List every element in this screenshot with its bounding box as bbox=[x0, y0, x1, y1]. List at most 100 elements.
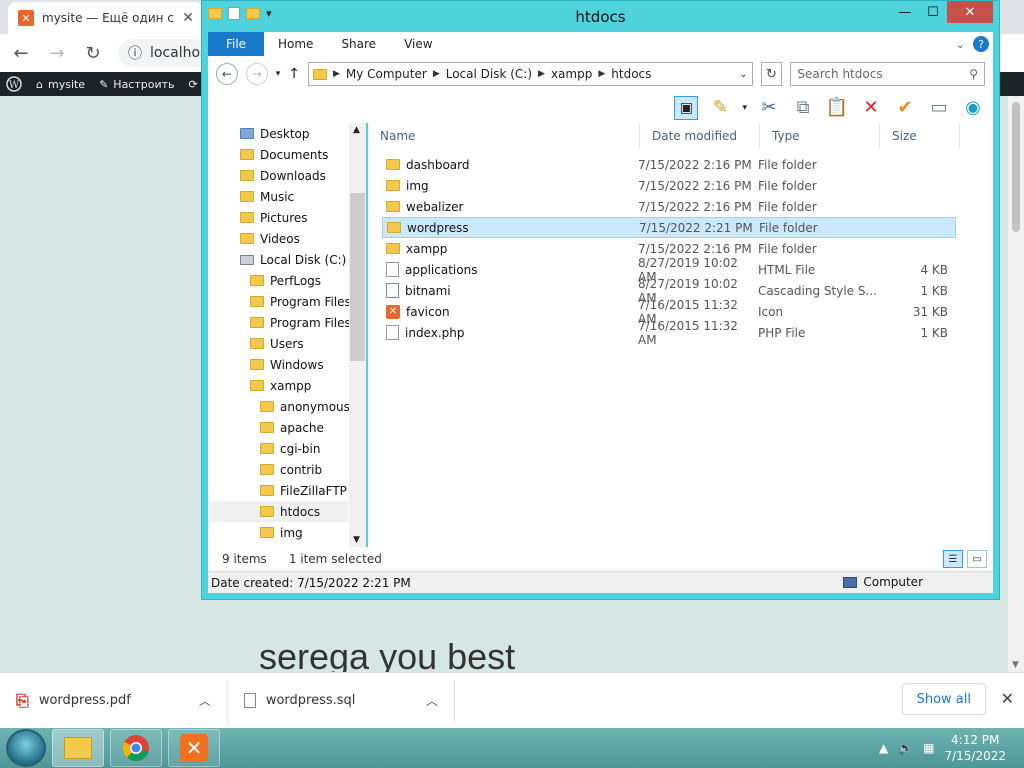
minimize-button[interactable]: — bbox=[891, 1, 919, 23]
admin-bar-site[interactable]: ⌂ mysite bbox=[36, 78, 85, 91]
info-icon[interactable]: ⓘ bbox=[128, 43, 142, 63]
refresh-icon[interactable]: ↻ bbox=[760, 62, 783, 86]
taskbar-chrome[interactable] bbox=[110, 729, 162, 767]
nav-item-anonymous[interactable]: anonymous bbox=[260, 396, 350, 417]
column-size[interactable]: Size bbox=[880, 123, 960, 149]
updates-icon[interactable]: ⟳ bbox=[189, 78, 198, 91]
nav-item-program-files[interactable]: Program Files bbox=[250, 291, 351, 312]
nav-item-xampp[interactable]: xampp bbox=[250, 375, 311, 396]
download-item[interactable]: wordpress.sql ︿ bbox=[228, 678, 455, 723]
breadcrumb-separator-icon[interactable]: ▶ bbox=[598, 69, 605, 79]
properties-check-icon[interactable]: ✎ bbox=[708, 96, 732, 120]
close-button[interactable]: ✕ bbox=[947, 1, 993, 23]
nav-item-users[interactable]: Users bbox=[250, 333, 304, 354]
taskbar-file-explorer[interactable] bbox=[52, 729, 104, 767]
breadcrumb-separator-icon[interactable]: ▶ bbox=[333, 69, 340, 79]
file-row-selected[interactable]: wordpress 7/15/2022 2:21 PM File folder bbox=[382, 217, 956, 238]
copy-icon[interactable]: ⧉ bbox=[791, 96, 815, 120]
close-tab-icon[interactable]: ✕ bbox=[182, 10, 194, 26]
breadcrumb-separator-icon[interactable]: ▶ bbox=[433, 69, 440, 79]
reload-icon[interactable]: ↻ bbox=[82, 43, 104, 64]
preview-pane-icon[interactable]: ▣ bbox=[674, 95, 699, 120]
breadcrumb-item[interactable]: xampp bbox=[551, 67, 592, 81]
breadcrumb-item[interactable]: Local Disk (C:) bbox=[446, 67, 532, 81]
chevron-up-icon[interactable]: ︿ bbox=[426, 692, 438, 709]
nav-item-filezillaftp[interactable]: FileZillaFTP bbox=[260, 480, 347, 501]
up-arrow-icon[interactable]: ↑ bbox=[288, 66, 300, 82]
address-box[interactable]: ▶ My Computer ▶ Local Disk (C:) ▶ xampp … bbox=[307, 62, 753, 86]
tab-view[interactable]: View bbox=[390, 37, 446, 51]
tab-share[interactable]: Share bbox=[327, 37, 390, 51]
nav-item-windows[interactable]: Windows bbox=[250, 354, 324, 375]
file-row[interactable]: dashboard 7/15/2022 2:16 PM File folder bbox=[382, 154, 956, 175]
chevron-up-icon[interactable]: ︿ bbox=[199, 692, 211, 709]
breadcrumb-separator-icon[interactable]: ▶ bbox=[538, 69, 545, 79]
page-scrollbar-thumb[interactable] bbox=[1012, 102, 1020, 232]
tray-expand-icon[interactable]: ▲ bbox=[879, 741, 888, 755]
download-item[interactable]: ⎘ wordpress.pdf ︿ bbox=[0, 678, 228, 723]
volume-muted-icon[interactable]: 🔈 bbox=[898, 741, 913, 755]
wordpress-logo-icon[interactable]: W bbox=[6, 76, 22, 92]
column-date-modified[interactable]: Date modified bbox=[640, 123, 760, 149]
nav-item-music[interactable]: Music bbox=[240, 186, 294, 207]
nav-item-local-disk[interactable]: Local Disk (C:) bbox=[240, 249, 346, 270]
show-all-button[interactable]: Show all bbox=[901, 683, 986, 715]
nav-item-htdocs[interactable]: htdocs bbox=[208, 501, 348, 522]
large-icons-view-icon[interactable]: ▭ bbox=[967, 550, 987, 568]
nav-item-desktop[interactable]: Desktop bbox=[240, 123, 310, 144]
nav-item-program-files-x86[interactable]: Program Files ( bbox=[250, 312, 359, 333]
details-view-icon[interactable]: ☰ bbox=[943, 550, 963, 568]
help-icon[interactable]: ? bbox=[973, 36, 989, 52]
scroll-up-icon[interactable]: ▲ bbox=[353, 125, 360, 135]
file-row[interactable]: img 7/15/2022 2:16 PM File folder bbox=[382, 175, 956, 196]
back-icon[interactable]: ← bbox=[216, 63, 238, 85]
clock[interactable]: 4:12 PM 7/15/2022 bbox=[944, 732, 1006, 764]
maximize-button[interactable]: ☐ bbox=[919, 1, 947, 23]
rename-field-icon[interactable]: ▭ bbox=[927, 96, 951, 120]
column-name[interactable]: Name bbox=[368, 123, 640, 149]
nav-scrollbar-thumb[interactable] bbox=[350, 193, 365, 361]
file-row[interactable]: index.php 7/16/2015 11:32 AM PHP File 1 KB bbox=[382, 319, 956, 347]
explorer-titlebar[interactable]: ▾ htdocs — ☐ ✕ bbox=[202, 1, 999, 31]
recent-locations-icon[interactable]: ▾ bbox=[276, 69, 281, 79]
scroll-down-icon[interactable]: ▼ bbox=[1012, 660, 1019, 670]
breadcrumb-item[interactable]: My Computer bbox=[346, 67, 427, 81]
delete-icon[interactable]: ✕ bbox=[859, 96, 883, 120]
file-row[interactable]: webalizer 7/15/2022 2:16 PM File folder bbox=[382, 196, 956, 217]
nav-item-documents[interactable]: Documents bbox=[240, 144, 328, 165]
page-scrollbar[interactable]: ▼ bbox=[1008, 96, 1024, 672]
nav-item-videos[interactable]: Videos bbox=[240, 228, 300, 249]
nav-item-label: PerfLogs bbox=[270, 273, 322, 288]
address-dropdown-icon[interactable]: ⌄ bbox=[739, 69, 747, 80]
network-icon[interactable]: ▦ bbox=[923, 741, 934, 755]
rename-check-icon[interactable]: ✔ bbox=[893, 96, 917, 120]
paste-icon[interactable]: 📋 bbox=[825, 96, 849, 120]
nav-item-perflogs[interactable]: PerfLogs bbox=[250, 270, 321, 291]
nav-item-pictures[interactable]: Pictures bbox=[240, 207, 308, 228]
nav-scrollbar[interactable]: ▲ ▼ bbox=[349, 123, 366, 547]
tab-file[interactable]: File bbox=[208, 32, 264, 56]
close-icon[interactable]: ✕ bbox=[1001, 689, 1014, 708]
taskbar-xampp[interactable]: ✕ bbox=[168, 729, 220, 767]
expand-ribbon-icon[interactable]: ⌄ bbox=[956, 38, 965, 51]
nav-item-apache[interactable]: apache bbox=[260, 417, 324, 438]
nav-item-downloads[interactable]: Downloads bbox=[240, 165, 326, 186]
forward-arrow-icon[interactable]: → bbox=[46, 43, 68, 64]
scroll-down-icon[interactable]: ▼ bbox=[353, 535, 360, 545]
search-input[interactable]: Search htdocs ⚲ bbox=[790, 62, 985, 86]
dropdown-icon[interactable]: ▾ bbox=[742, 103, 747, 113]
breadcrumb-item[interactable]: htdocs bbox=[611, 67, 651, 81]
tab-home[interactable]: Home bbox=[264, 37, 327, 51]
browser-tab[interactable]: ✕ mysite — Ещё один сайт ✕ bbox=[8, 2, 204, 34]
nav-item-contrib[interactable]: contrib bbox=[260, 459, 322, 480]
start-button[interactable] bbox=[6, 729, 46, 767]
cut-icon[interactable]: ✂ bbox=[757, 96, 781, 120]
nav-item-label: Program Files ( bbox=[270, 315, 360, 330]
nav-item-img[interactable]: img bbox=[260, 522, 303, 543]
network-globe-icon[interactable]: ◉ bbox=[961, 96, 985, 120]
forward-icon[interactable]: → bbox=[245, 63, 268, 85]
admin-bar-customize[interactable]: ✎ Настроить bbox=[99, 78, 174, 91]
column-type[interactable]: Type bbox=[760, 123, 880, 149]
nav-item-cgi-bin[interactable]: cgi-bin bbox=[260, 438, 320, 459]
back-arrow-icon[interactable]: ← bbox=[10, 43, 32, 64]
